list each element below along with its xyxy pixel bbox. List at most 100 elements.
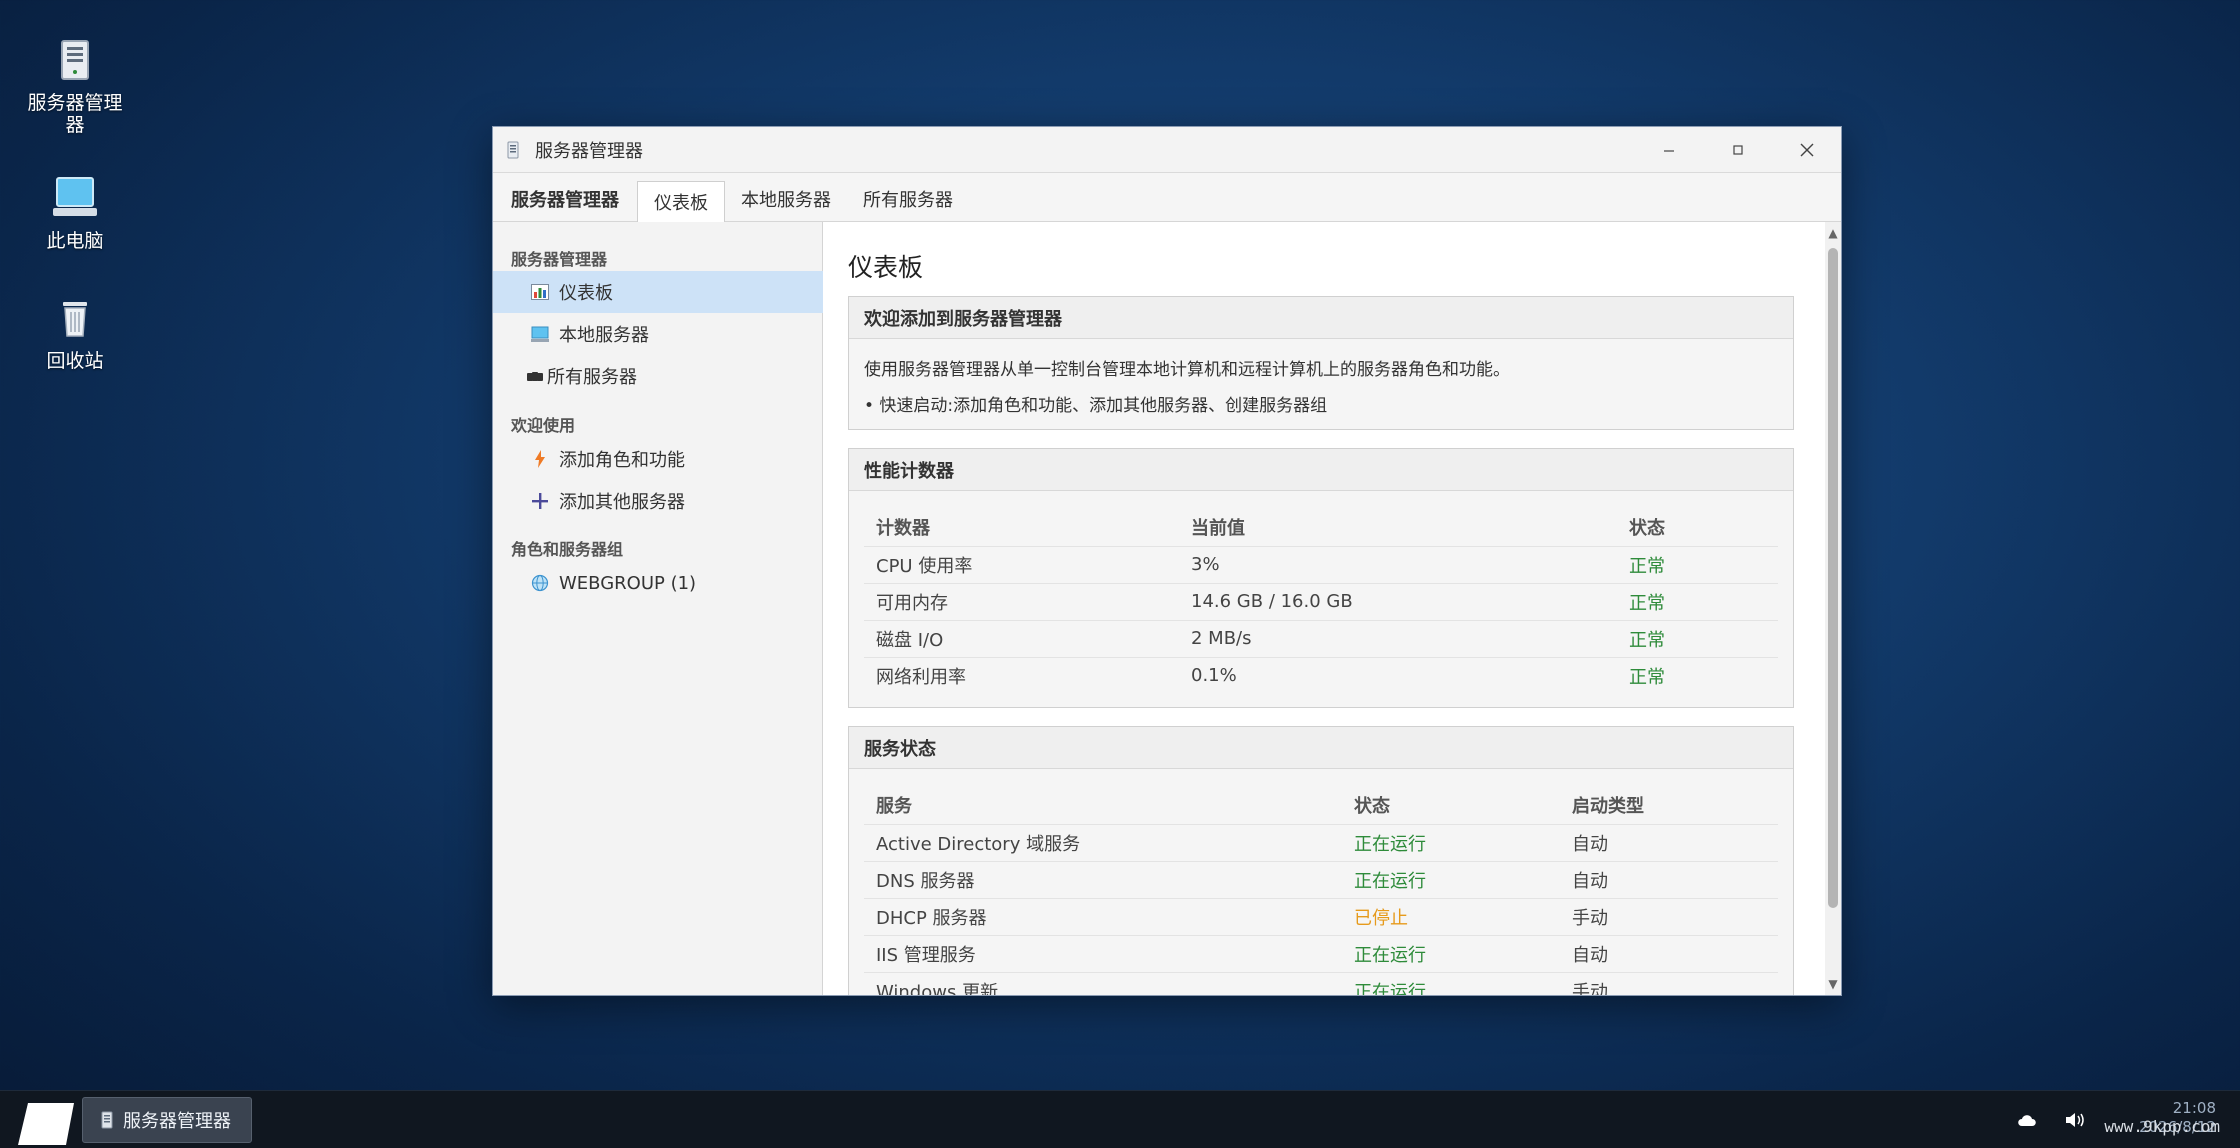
desktop-icon-label: 服务器管理器 — [27, 92, 123, 136]
service-status: 正在运行 — [1342, 823, 1560, 861]
desktop-icon-recycle-bin[interactable]: 回收站 — [14, 292, 136, 372]
sidebar-item-label: 添加其他服务器 — [559, 492, 685, 513]
service-status: 正在运行 — [1342, 934, 1560, 972]
page-title: 仪表板 — [848, 253, 924, 282]
table-row[interactable]: Active Directory 域服务 正在运行 自动 — [864, 823, 1778, 861]
vertical-scrollbar[interactable]: ▲ ▼ — [1825, 222, 1841, 995]
performance-counters-panel: 性能计数器 计数器 当前值 状态 CPU 使用率 3% 正常 可用内存 14.6… — [848, 448, 1794, 708]
tab-bar: 服务器管理器 仪表板 本地服务器 所有服务器 — [493, 173, 1841, 222]
server-manager-icon — [60, 34, 90, 86]
service-startup-type: 自动 — [1560, 823, 1778, 861]
welcome-description: 使用服务器管理器从单一控制台管理本地计算机和远程计算机上的服务器角色和功能。 — [864, 359, 1510, 380]
services-table: 服务 状态 启动类型 Active Directory 域服务 正在运行 自动 … — [864, 787, 1778, 995]
table-header-row: 服务 状态 启动类型 — [864, 787, 1778, 824]
watermark-text: www.9kpp.com — [2104, 1117, 2220, 1136]
counter-status: 正常 — [1617, 582, 1778, 620]
counter-name: 网络利用率 — [864, 656, 1179, 694]
sidebar-section-server-manager: 服务器管理器 — [511, 250, 608, 269]
tab-local-server[interactable]: 本地服务器 — [725, 179, 847, 219]
service-status: 正在运行 — [1342, 971, 1560, 995]
servers-icon — [527, 365, 543, 387]
maximize-button[interactable] — [1703, 127, 1772, 173]
service-status: 已停止 — [1342, 897, 1560, 935]
maximize-icon — [1732, 145, 1743, 155]
dashboard-icon — [529, 281, 551, 303]
sidebar-item-label: 本地服务器 — [559, 325, 649, 346]
counter-status: 正常 — [1617, 619, 1778, 657]
title-bar[interactable]: 服务器管理器 — [493, 127, 1841, 173]
column-header-service: 服务 — [876, 796, 912, 818]
globe-icon — [529, 572, 551, 594]
column-header-status: 状态 — [1354, 796, 1390, 818]
tab-brand[interactable]: 服务器管理器 — [511, 179, 637, 219]
server-manager-window: 服务器管理器 服务器管理器 仪表板 本地服务器 所有服务器 服务器管理器 仪表板… — [492, 126, 1842, 996]
tab-dashboard[interactable]: 仪表板 — [637, 181, 725, 222]
counter-name: CPU 使用率 — [864, 545, 1179, 583]
sidebar-item-add-servers[interactable]: 添加其他服务器 — [493, 480, 823, 522]
server-manager-icon — [507, 140, 523, 160]
sidebar-section-roles-groups: 角色和服务器组 — [511, 540, 624, 559]
taskbar-item-server-manager[interactable]: 服务器管理器 — [82, 1097, 252, 1143]
panel-header: 服务状态 — [849, 727, 1793, 769]
panel-header: 欢迎添加到服务器管理器 — [849, 297, 1793, 339]
scroll-up-arrow-icon[interactable]: ▲ — [1827, 226, 1839, 240]
window-title: 服务器管理器 — [535, 140, 643, 162]
server-manager-icon — [101, 1111, 113, 1129]
sidebar-item-add-roles[interactable]: 添加角色和功能 — [493, 438, 823, 480]
counter-name: 可用内存 — [864, 582, 1179, 620]
recycle-bin-icon — [61, 292, 89, 344]
sidebar-item-dashboard[interactable]: 仪表板 — [493, 271, 823, 313]
clock-time: 21:08 — [2172, 1099, 2216, 1117]
counter-value: 3% — [1179, 545, 1617, 583]
table-row: 磁盘 I/O 2 MB/s 正常 — [864, 619, 1778, 657]
desktop-icon-server-manager[interactable]: 服务器管理器 — [14, 34, 136, 136]
panel-header: 性能计数器 — [849, 449, 1793, 491]
counter-status: 正常 — [1617, 545, 1778, 583]
sidebar-item-local-server[interactable]: 本地服务器 — [493, 313, 823, 355]
dashboard-content: 仪表板 欢迎添加到服务器管理器 使用服务器管理器从单一控制台管理本地计算机和远程… — [824, 222, 1841, 995]
sidebar-item-webgroup[interactable]: WEBGROUP (1) — [493, 562, 823, 604]
table-row: CPU 使用率 3% 正常 — [864, 545, 1778, 583]
table-row: 网络利用率 0.1% 正常 — [864, 656, 1778, 694]
computer-icon — [529, 323, 551, 345]
tab-all-servers[interactable]: 所有服务器 — [847, 179, 969, 219]
desktop-icon-label: 此电脑 — [46, 230, 104, 252]
computer-icon — [51, 172, 99, 224]
column-header-status: 状态 — [1629, 518, 1665, 540]
close-button[interactable] — [1772, 127, 1841, 173]
counter-value: 0.1% — [1179, 656, 1617, 694]
scrollbar-thumb[interactable] — [1828, 248, 1838, 908]
table-header-row: 计数器 当前值 状态 — [864, 509, 1778, 546]
table-row[interactable]: Windows 更新 正在运行 手动 — [864, 971, 1778, 995]
close-icon — [1800, 143, 1813, 157]
scroll-down-arrow-icon[interactable]: ▼ — [1827, 977, 1839, 991]
service-startup-type: 自动 — [1560, 860, 1778, 898]
service-name: IIS 管理服务 — [864, 934, 1342, 972]
sidebar-item-label: WEBGROUP (1) — [559, 572, 697, 594]
service-startup-type: 自动 — [1560, 934, 1778, 972]
sidebar-item-all-servers[interactable]: 所有服务器 — [493, 355, 823, 397]
column-header-counter: 计数器 — [876, 518, 930, 540]
taskbar-item-label: 服务器管理器 — [123, 1111, 231, 1132]
cloud-icon[interactable] — [2016, 1091, 2038, 1148]
minimize-button[interactable] — [1634, 127, 1703, 173]
sidebar-item-label: 添加角色和功能 — [559, 450, 685, 471]
table-row[interactable]: IIS 管理服务 正在运行 自动 — [864, 934, 1778, 972]
column-header-value: 当前值 — [1191, 518, 1245, 540]
volume-icon[interactable] — [2064, 1091, 2086, 1148]
start-button[interactable] — [18, 1103, 74, 1145]
lightning-icon — [529, 448, 551, 470]
column-header-startup: 启动类型 — [1572, 796, 1644, 818]
desktop-icon-label: 回收站 — [46, 350, 104, 372]
sidebar-section-welcome: 欢迎使用 — [511, 416, 576, 435]
service-status: 正在运行 — [1342, 860, 1560, 898]
quick-start-line[interactable]: • 快速启动:添加角色和功能、添加其他服务器、创建服务器组 — [864, 385, 1778, 421]
performance-table: 计数器 当前值 状态 CPU 使用率 3% 正常 可用内存 14.6 GB / … — [864, 509, 1778, 694]
table-row[interactable]: DHCP 服务器 已停止 手动 — [864, 897, 1778, 935]
table-row: 可用内存 14.6 GB / 16.0 GB 正常 — [864, 582, 1778, 620]
service-name: Windows 更新 — [864, 971, 1342, 995]
table-row[interactable]: DNS 服务器 正在运行 自动 — [864, 860, 1778, 898]
service-name: DHCP 服务器 — [864, 897, 1342, 935]
sidebar: 服务器管理器 仪表板 本地服务器 所有服务器 欢迎使用 添加角色和功能 添加其他… — [493, 222, 823, 995]
desktop-icon-computer[interactable]: 此电脑 — [14, 172, 136, 252]
